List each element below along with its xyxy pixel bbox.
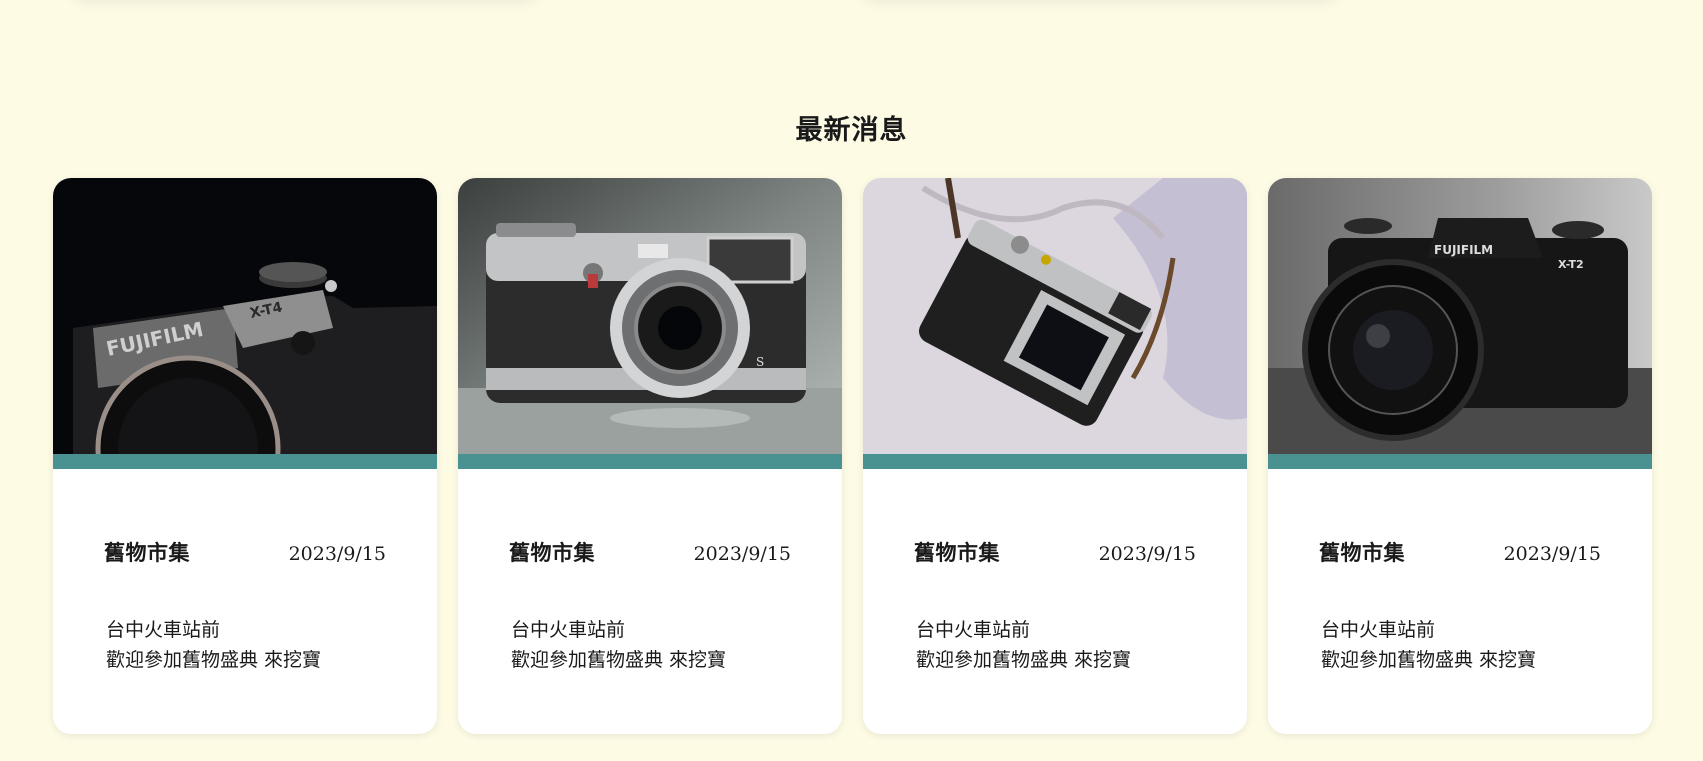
news-card-body: 舊物市集 2023/9/15 台中火車站前 歡迎參加舊物盛典 來挖寶 bbox=[1268, 469, 1652, 675]
news-card-summary: 歡迎參加舊物盛典 來挖寶 bbox=[106, 649, 322, 671]
news-card-body: 舊物市集 2023/9/15 台中火車站前 歡迎參加舊物盛典 來挖寶 bbox=[53, 469, 437, 675]
news-card-location: 台中火車站前 bbox=[106, 619, 221, 641]
news-card-location: 台中火車站前 bbox=[916, 619, 1031, 641]
news-card-date: 2023/9/15 bbox=[693, 543, 791, 565]
news-card[interactable]: FUJIFILM X-T2 舊物市集 2023/9/15 台中火車站前 歡迎參加… bbox=[1268, 178, 1652, 734]
news-card-summary: 歡迎參加舊物盛典 來挖寶 bbox=[511, 649, 727, 671]
news-card-location: 台中火車站前 bbox=[1321, 619, 1436, 641]
news-card[interactable]: FUJIFILM X-T4 舊物市集 2023/9/15 台中火車站前 歡迎參加… bbox=[53, 178, 437, 734]
news-card-title: 舊物市集 bbox=[914, 540, 1000, 565]
news-card-description: 台中火車站前 歡迎參加舊物盛典 來挖寶 bbox=[914, 615, 1196, 675]
news-card-date: 2023/9/15 bbox=[288, 543, 386, 565]
news-card-description: 台中火車站前 歡迎參加舊物盛典 來挖寶 bbox=[1319, 615, 1601, 675]
news-card-date: 2023/9/15 bbox=[1098, 543, 1196, 565]
news-card-date: 2023/9/15 bbox=[1503, 543, 1601, 565]
news-card-location: 台中火車站前 bbox=[511, 619, 626, 641]
card-accent-stripe bbox=[863, 454, 1247, 469]
card-accent-stripe bbox=[1268, 454, 1652, 469]
news-card-summary: 歡迎參加舊物盛典 來挖寶 bbox=[916, 649, 1132, 671]
news-card-body: 舊物市集 2023/9/15 台中火車站前 歡迎參加舊物盛典 來挖寶 bbox=[458, 469, 842, 675]
svg-text:S: S bbox=[756, 355, 764, 369]
news-card[interactable]: S 舊物市集 2023/9/15 台中火車站前 歡迎參加舊物盛典 來挖寶 bbox=[458, 178, 842, 734]
news-card-summary: 歡迎參加舊物盛典 來挖寶 bbox=[1321, 649, 1537, 671]
news-card-title: 舊物市集 bbox=[1319, 540, 1405, 565]
news-card-photo bbox=[863, 178, 1247, 454]
news-card-body: 舊物市集 2023/9/15 台中火車站前 歡迎參加舊物盛典 來挖寶 bbox=[863, 469, 1247, 675]
photo-model-label: X-T2 bbox=[1558, 258, 1584, 271]
news-card-description: 台中火車站前 歡迎參加舊物盛典 來挖寶 bbox=[509, 615, 791, 675]
news-card[interactable]: 舊物市集 2023/9/15 台中火車站前 歡迎參加舊物盛典 來挖寶 bbox=[863, 178, 1247, 734]
news-card-list: FUJIFILM X-T4 舊物市集 2023/9/15 台中火車站前 歡迎參加… bbox=[53, 178, 1652, 734]
card-accent-stripe bbox=[458, 454, 842, 469]
news-card-title: 舊物市集 bbox=[509, 540, 595, 565]
section-title: 最新消息 bbox=[795, 115, 908, 146]
news-card-photo: S bbox=[458, 178, 842, 454]
photo-brand-label: FUJIFILM bbox=[1434, 243, 1493, 257]
news-card-title: 舊物市集 bbox=[104, 540, 190, 565]
news-card-photo: FUJIFILM X-T4 bbox=[53, 178, 437, 454]
news-card-photo: FUJIFILM X-T2 bbox=[1268, 178, 1652, 454]
news-card-description: 台中火車站前 歡迎參加舊物盛典 來挖寶 bbox=[104, 615, 386, 675]
card-accent-stripe bbox=[53, 454, 437, 469]
